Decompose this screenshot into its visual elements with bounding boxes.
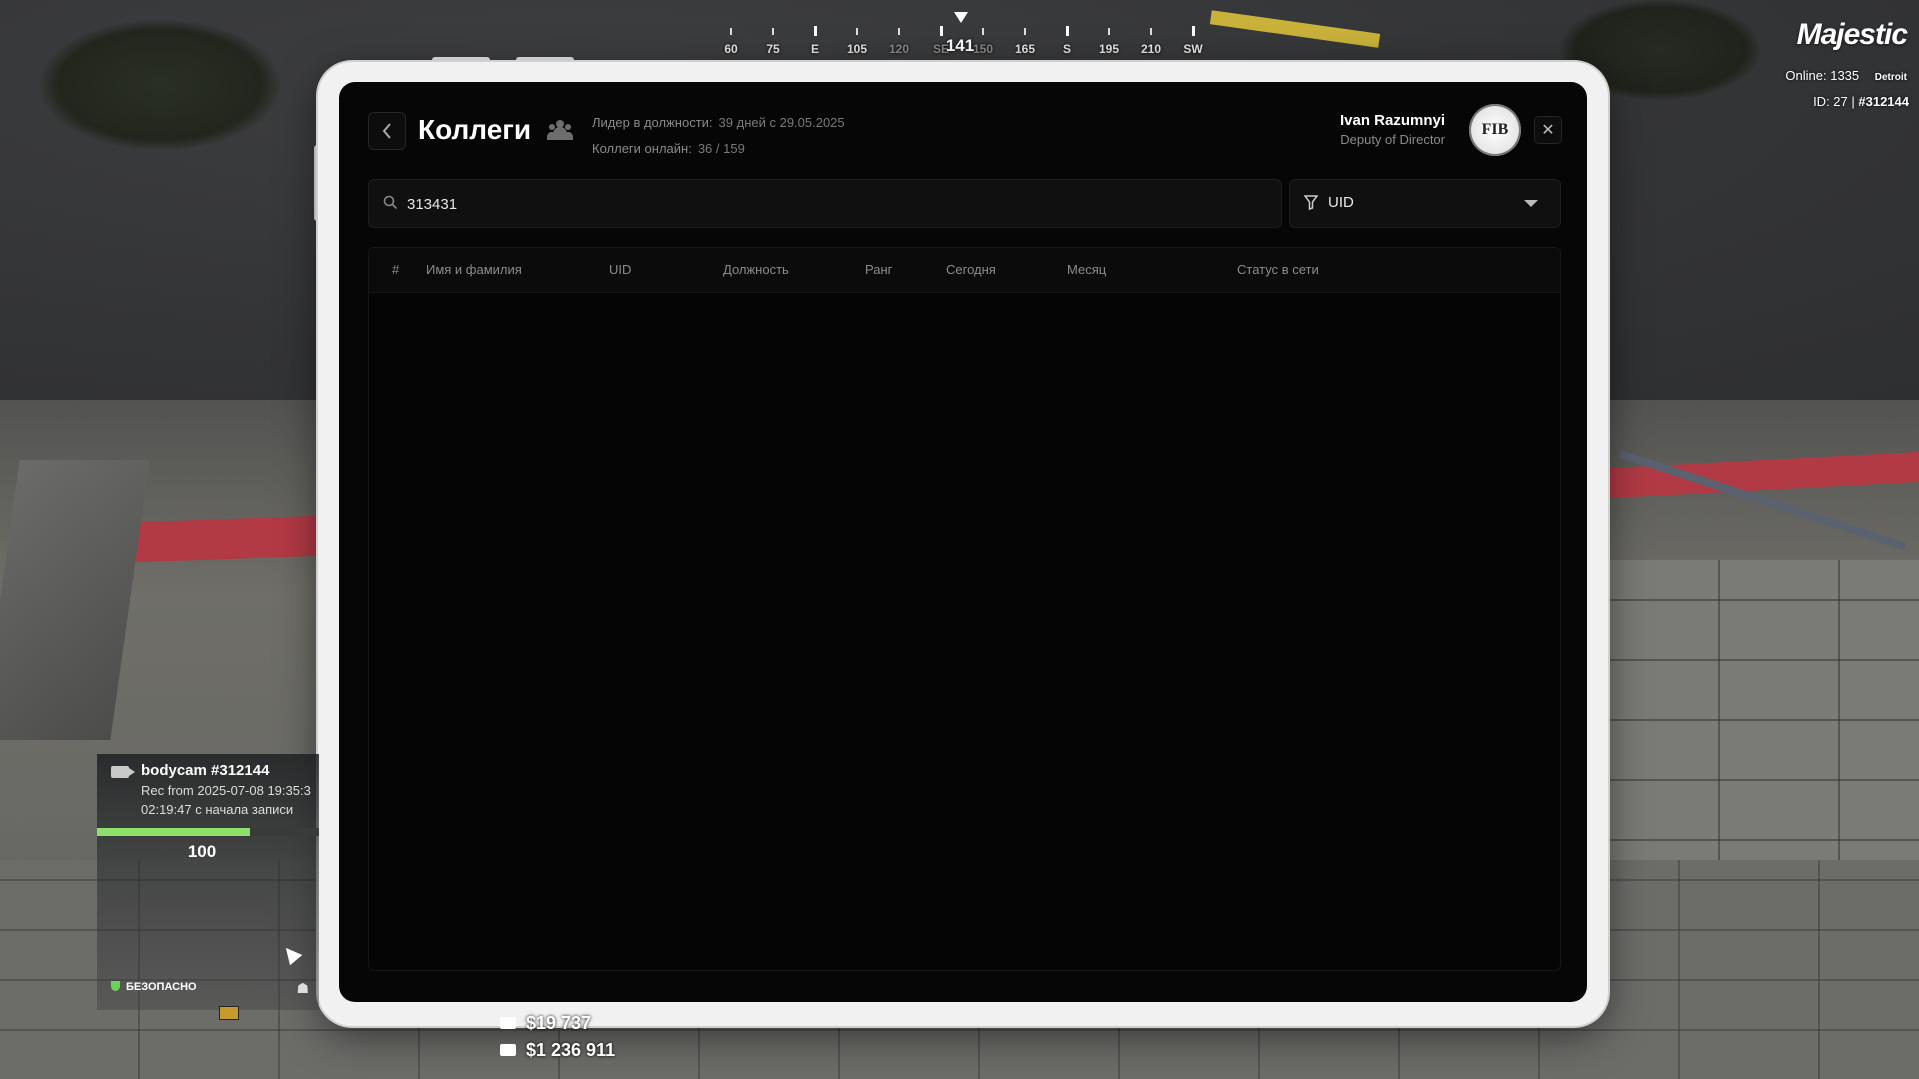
bank-display: $1 236 911 (500, 1040, 615, 1061)
compass: 60 75 E 105 120 SE 150 165 S 195 210 SW … (700, 8, 1220, 58)
compass-label: 195 (1098, 42, 1120, 56)
colleagues-online-value: 36 / 159 (697, 141, 745, 156)
compass-tick (982, 28, 984, 35)
compass-tick (856, 28, 858, 35)
player-id: ID: 27 | #312144 (1813, 94, 1909, 109)
table-header: # Имя и фамилия UID Должность Ранг Сегод… (369, 248, 1560, 293)
compass-label: 150 (972, 42, 994, 56)
server-city: Detroit (1874, 72, 1907, 83)
compass-tick (730, 28, 732, 35)
chevron-down-icon (1524, 200, 1538, 207)
filter-select[interactable]: UID (1289, 179, 1561, 228)
cash-value: $19 737 (526, 1013, 592, 1033)
user-name: Ivan Razumnyi (1339, 112, 1445, 129)
fib-badge-icon: FIB (1469, 104, 1521, 156)
online-label: Online: (1785, 68, 1827, 83)
background-curb (1610, 451, 1919, 499)
zone-status-label: БЕЗОПАСНО (126, 981, 197, 993)
column-header-rank[interactable]: Ранг (865, 262, 892, 277)
compass-tick (1066, 26, 1069, 36)
server-logo: Majestic (1796, 18, 1908, 51)
page-title: Коллеги (418, 114, 532, 145)
column-header-today[interactable]: Сегодня (946, 262, 996, 277)
compass-tick (1192, 26, 1195, 36)
column-header-position[interactable]: Должность (723, 262, 789, 277)
compass-label: 210 (1140, 42, 1162, 56)
compass-tick (898, 28, 900, 35)
compass-label: 165 (1014, 42, 1036, 56)
column-header-month[interactable]: Месяц (1067, 262, 1106, 277)
background-bush (40, 20, 280, 150)
health-bar-fill (97, 828, 251, 836)
background-wall (0, 460, 150, 740)
shield-icon (111, 981, 120, 991)
compass-label: SW (1183, 42, 1203, 56)
compass-label: 75 (766, 42, 780, 56)
online-count: 1335 (1830, 68, 1860, 83)
compass-label: 60 (724, 42, 738, 56)
zone-status: БЕЗОПАСНО (111, 981, 197, 993)
camera-icon (111, 766, 135, 778)
bodycam-rec-time: Rec from 2025-07-08 19:35:3 (141, 783, 311, 798)
user-role: Deputy of Director (1340, 132, 1445, 147)
compass-tick (814, 26, 817, 36)
cash-display: $19 737 (500, 1013, 591, 1034)
compass-tick (940, 26, 943, 36)
column-header-name[interactable]: Имя и фамилия (426, 262, 522, 277)
health-bar (97, 828, 319, 836)
search-field[interactable] (368, 179, 1282, 229)
chevron-left-icon (382, 123, 391, 139)
compass-tick (772, 28, 774, 35)
compass-tick (1024, 28, 1026, 35)
online-counter: Online: 1335 Detroit (1785, 68, 1907, 83)
compass-label: S (1062, 42, 1072, 56)
people-group-icon (547, 120, 573, 140)
column-header-online-status[interactable]: Статус в сети (1237, 262, 1319, 277)
colleagues-app: Коллеги Лидер в должности: 39 дней с 29.0… (339, 82, 1587, 1002)
search-input[interactable] (405, 180, 1269, 229)
compass-label: E (810, 42, 820, 56)
leader-tenure-label: Лидер в должности: (592, 115, 713, 130)
player-id-label: ID: 27 | (1813, 94, 1855, 109)
search-icon (383, 195, 398, 210)
compass-label: 105 (846, 42, 868, 56)
back-button[interactable] (368, 112, 406, 150)
filter-icon (1304, 195, 1318, 210)
player-id-value: #312144 (1858, 94, 1909, 109)
card-icon (500, 1044, 516, 1056)
cash-icon (500, 1017, 516, 1029)
bodycam-overlay: bodycam #312144 Rec from 2025-07-08 19:3… (97, 754, 319, 1010)
compass-label: 120 (888, 42, 910, 56)
person-icon: ☗ (296, 980, 309, 996)
bodycam-title: bodycam #312144 (141, 762, 270, 779)
column-header-index[interactable]: # (392, 262, 399, 277)
compass-pointer-icon (954, 12, 968, 23)
compass-tick (1150, 28, 1152, 35)
leader-tenure-value: 39 дней с 29.05.2025 (718, 115, 845, 130)
column-header-uid[interactable]: UID (609, 262, 631, 277)
leader-tenure: Лидер в должности: 39 дней с 29.05.2025 (592, 110, 845, 136)
colleagues-online-label: Коллеги онлайн: (592, 141, 692, 156)
bank-value: $1 236 911 (526, 1040, 616, 1060)
cursor-icon (279, 942, 303, 966)
compass-heading: 141 (945, 36, 975, 55)
close-button[interactable]: ✕ (1534, 116, 1562, 144)
license-badge-icon (219, 1006, 239, 1020)
close-icon: ✕ (1541, 122, 1555, 139)
compass-tick (1108, 28, 1110, 35)
team-stats: Лидер в должности: 39 дней с 29.05.2025 К… (592, 110, 845, 162)
colleagues-table: # Имя и фамилия UID Должность Ранг Сегод… (368, 247, 1561, 971)
fib-badge-text: FIB (1481, 121, 1509, 138)
health-value: 100 (187, 842, 217, 861)
colleagues-online: Коллеги онлайн: 36 / 159 (592, 136, 845, 162)
filter-selected-value: UID (1328, 194, 1354, 211)
bodycam-elapsed: 02:19:47 с начала записи (141, 802, 294, 817)
